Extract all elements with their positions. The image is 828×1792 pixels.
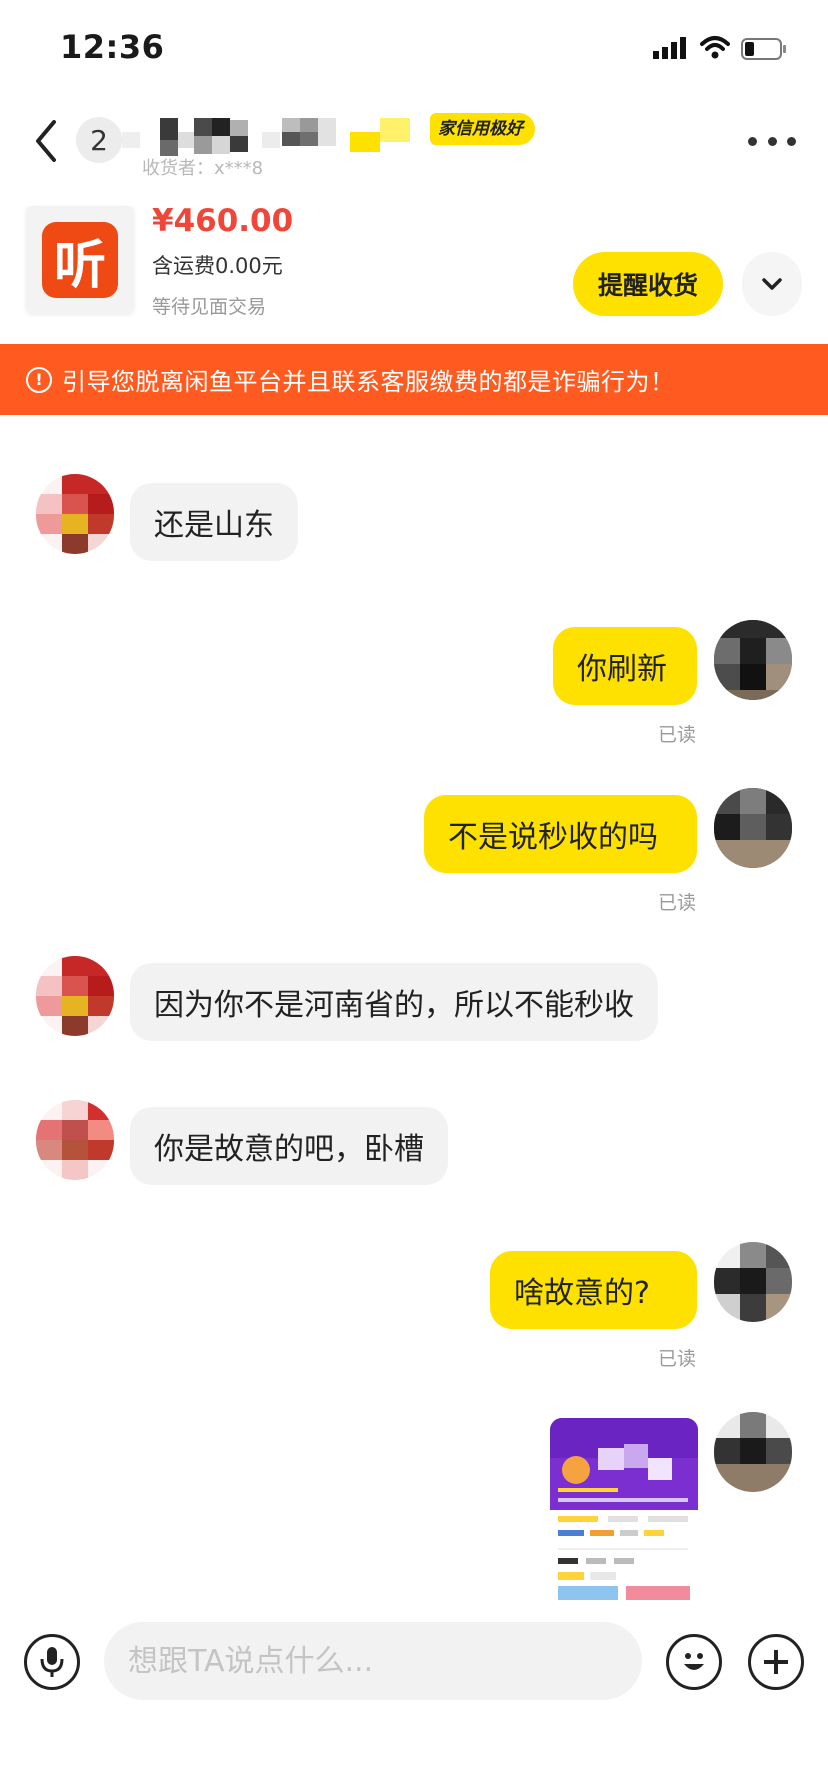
my-avatar[interactable] bbox=[714, 620, 792, 700]
trade-status: 等待见面交易 bbox=[152, 296, 267, 318]
message-input[interactable] bbox=[104, 1622, 642, 1700]
dot-icon bbox=[767, 136, 777, 146]
read-status: 已读 bbox=[658, 724, 697, 746]
message-bubble-outgoing[interactable]: 啥故意的? bbox=[490, 1251, 697, 1329]
back-button[interactable] bbox=[30, 118, 62, 164]
message-bubble-incoming[interactable]: 因为你不是河南省的，所以不能秒收 bbox=[130, 963, 658, 1041]
emoji-button[interactable] bbox=[666, 1634, 722, 1690]
my-avatar[interactable] bbox=[714, 1242, 792, 1322]
app-logo-icon: 听 bbox=[42, 222, 118, 298]
receiver-info: 收货者：x***8 bbox=[142, 158, 264, 179]
warning-icon: ! bbox=[26, 366, 52, 393]
read-status: 已读 bbox=[658, 892, 697, 914]
battery-icon bbox=[741, 38, 786, 60]
more-actions-button[interactable] bbox=[748, 1634, 804, 1690]
plus-icon bbox=[764, 1650, 788, 1674]
dot-icon bbox=[748, 136, 757, 146]
my-avatar[interactable] bbox=[714, 1412, 792, 1492]
shipping-fee: 含运费0.00元 bbox=[152, 254, 283, 278]
message-bubble-outgoing[interactable]: 不是说秒收的吗 bbox=[424, 795, 697, 873]
product-thumbnail[interactable]: 听 bbox=[26, 206, 134, 314]
order-price: ¥460.00 bbox=[152, 203, 294, 239]
seller-avatar[interactable] bbox=[36, 956, 114, 1036]
message-bubble-incoming[interactable]: 还是山东 bbox=[130, 483, 298, 561]
seller-avatar[interactable] bbox=[36, 1100, 114, 1180]
message-bubble-incoming[interactable]: 你是故意的吧，卧槽 bbox=[130, 1107, 448, 1185]
unread-count-badge: 2 bbox=[76, 117, 122, 163]
emoji-icon bbox=[684, 1653, 704, 1670]
status-time: 12:36 bbox=[60, 28, 165, 66]
image-message[interactable] bbox=[550, 1418, 698, 1600]
chevron-down-icon bbox=[762, 278, 782, 290]
warning-text: 引导您脱离闲鱼平台并且联系客服缴费的都是诈骗行为！ bbox=[62, 368, 675, 396]
wifi-icon bbox=[700, 36, 730, 59]
my-avatar[interactable] bbox=[714, 788, 792, 868]
remind-receipt-button[interactable]: 提醒收货 bbox=[573, 252, 723, 316]
microphone-icon bbox=[40, 1647, 64, 1677]
read-status: 已读 bbox=[658, 1348, 697, 1370]
seller-avatar[interactable] bbox=[36, 474, 114, 554]
expand-order-button[interactable] bbox=[742, 252, 802, 316]
message-bubble-outgoing[interactable]: 你刷新 bbox=[553, 627, 697, 705]
signal-icon bbox=[653, 37, 686, 59]
voice-button[interactable] bbox=[24, 1634, 80, 1690]
fraud-warning-banner: ! 引导您脱离闲鱼平台并且联系客服缴费的都是诈骗行为！ bbox=[0, 344, 828, 415]
credit-badge: 家信用极好 bbox=[430, 113, 535, 145]
dot-icon bbox=[787, 136, 796, 146]
more-options-button[interactable] bbox=[748, 126, 796, 156]
